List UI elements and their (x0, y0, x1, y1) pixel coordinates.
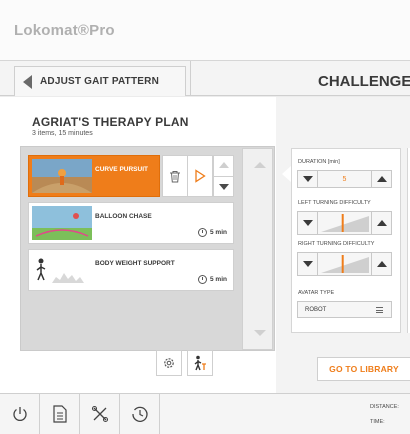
plan-title: AGRIAT'S THERAPY PLAN (32, 115, 189, 129)
avatar-type-label: AVATAR TYPE (298, 290, 335, 296)
right-turning-slider[interactable] (297, 252, 392, 276)
move-down-icon[interactable] (219, 184, 229, 190)
history-button[interactable] (120, 393, 160, 434)
app-header: Lokomat®Pro (0, 0, 410, 61)
app-logo: Lokomat®Pro (14, 22, 115, 39)
delete-item-button[interactable] (162, 155, 188, 197)
duration-value: 5 (342, 175, 347, 183)
plan-item-name: BALLOON CHASE (95, 213, 152, 220)
power-icon (12, 406, 27, 421)
plan-item-balloon-chase[interactable]: BALLOON CHASE 5 min (28, 202, 234, 244)
duration-label: DURATION [min] (298, 159, 340, 165)
list-scrollbar[interactable] (242, 148, 273, 350)
right-turning-marker[interactable] (341, 255, 344, 273)
trash-icon (170, 170, 180, 182)
right-turning-label: RIGHT TURNING DIFFICULTY (298, 241, 375, 247)
patient-button[interactable] (187, 350, 213, 376)
duration-text: 5 min (210, 229, 227, 236)
curve-pursuit-thumbnail (32, 159, 92, 193)
duration-increase-button[interactable] (371, 171, 391, 187)
tools-icon (91, 405, 108, 422)
move-up-icon[interactable] (219, 162, 229, 168)
scroll-up-icon[interactable] (254, 162, 266, 168)
back-button-label: ADJUST GAIT PATTERN (40, 76, 159, 87)
power-button[interactable] (0, 393, 40, 434)
chevron-up-icon (376, 220, 387, 226)
play-icon (195, 169, 206, 183)
document-icon (52, 404, 67, 423)
avatar-type-value: ROBOT (305, 306, 327, 313)
clock-icon (198, 228, 208, 237)
plan-item-duration: 5 min (198, 275, 227, 284)
left-turning-increase-button[interactable] (371, 212, 391, 234)
time-label: TIME: (370, 419, 385, 425)
chevron-up-icon (376, 261, 387, 267)
go-to-library-button[interactable]: GO TO LIBRARY (317, 357, 410, 381)
duration-stepper[interactable]: 5 (297, 170, 392, 188)
duration-text: 5 min (210, 276, 227, 283)
chevron-down-icon (302, 220, 313, 226)
section-title: CHALLENGE P (318, 73, 410, 90)
avatar-type-select[interactable]: ROBOT (297, 301, 392, 318)
duration-decrease-button[interactable] (298, 171, 318, 187)
chevron-up-icon (376, 176, 387, 182)
left-turning-level[interactable] (319, 212, 371, 234)
menu-icon (376, 307, 383, 313)
scroll-down-icon[interactable] (254, 330, 266, 336)
plan-item-body-weight-support[interactable]: BODY WEIGHT SUPPORT 5 min (28, 249, 234, 291)
back-arrow-icon (23, 74, 32, 89)
distance-label: DISTANCE: (370, 404, 399, 410)
chevron-down-icon (302, 176, 313, 182)
clock-icon (198, 275, 208, 284)
left-turning-decrease-button[interactable] (298, 212, 318, 234)
balloon-chase-thumbnail (32, 206, 92, 240)
left-turning-slider[interactable] (297, 211, 392, 235)
right-turning-level[interactable] (319, 253, 371, 275)
left-turning-label: LEFT TURNING DIFFICULTY (298, 200, 371, 206)
reorder-buttons[interactable] (213, 155, 234, 197)
report-button[interactable] (40, 393, 80, 434)
gear-icon (164, 358, 174, 368)
left-turning-marker[interactable] (341, 214, 344, 232)
reorder-divider (214, 176, 233, 177)
tab-divider (190, 61, 191, 96)
panel-pointer (282, 166, 291, 182)
plan-item-name: BODY WEIGHT SUPPORT (95, 260, 175, 267)
tools-button[interactable] (80, 393, 120, 434)
right-turning-increase-button[interactable] (371, 253, 391, 275)
adjust-gait-pattern-button[interactable]: ADJUST GAIT PATTERN (14, 66, 186, 96)
plan-item-duration: 5 min (198, 228, 227, 237)
history-icon (131, 406, 148, 422)
body-weight-support-thumbnail (32, 253, 92, 287)
chevron-down-icon (302, 261, 313, 267)
settings-button[interactable] (156, 350, 182, 376)
walker-icon (194, 355, 206, 371)
plan-item-curve-pursuit[interactable]: CURVE PURSUIT (28, 155, 160, 197)
plan-summary: 3 items, 15 minutes (32, 130, 93, 137)
play-item-button[interactable] (187, 155, 213, 197)
right-turning-decrease-button[interactable] (298, 253, 318, 275)
plan-item-name: CURVE PURSUIT (95, 166, 148, 173)
